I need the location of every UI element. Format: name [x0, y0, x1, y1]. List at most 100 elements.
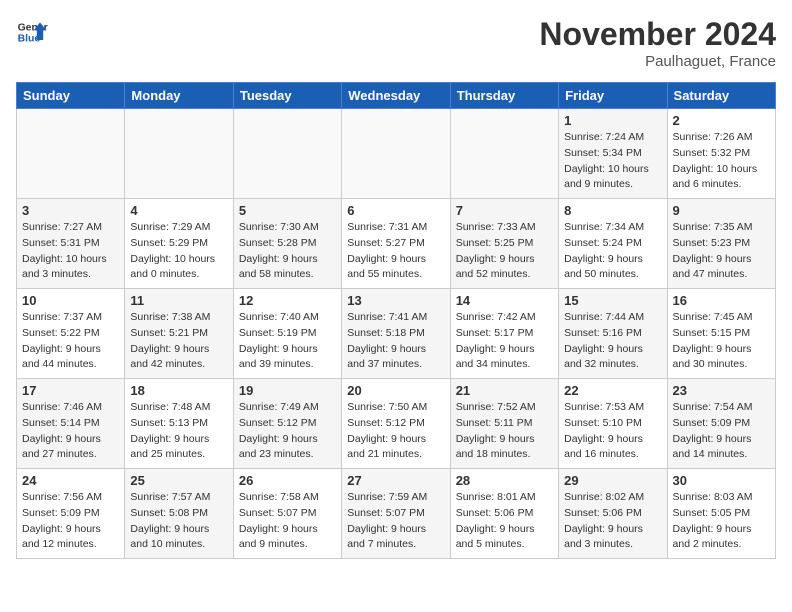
day-number: 17 — [22, 383, 119, 398]
calendar-cell: 6 Sunrise: 7:31 AM Sunset: 5:27 PM Daylig… — [342, 199, 450, 289]
day-info: Sunrise: 7:45 AM Sunset: 5:15 PM Dayligh… — [673, 310, 770, 373]
week-row-5: 24Sunrise: 7:56 AM Sunset: 5:09 PM Dayli… — [17, 469, 776, 559]
title-block: November 2024 Paulhaguet, France — [539, 16, 776, 70]
day-info: Sunrise: 7:53 AM Sunset: 5:10 PM Dayligh… — [564, 400, 661, 463]
day-info: Sunrise: 7:33 AM Sunset: 5:25 PM Dayligh… — [456, 220, 553, 283]
day-info: Sunrise: 7:29 AM Sunset: 5:29 PM Dayligh… — [130, 220, 227, 283]
day-info: Sunrise: 7:59 AM Sunset: 5:07 PM Dayligh… — [347, 490, 444, 553]
day-number: 28 — [456, 473, 553, 488]
day-number: 25 — [130, 473, 227, 488]
weekday-header-thursday: Thursday — [450, 83, 558, 109]
day-info: Sunrise: 7:52 AM Sunset: 5:11 PM Dayligh… — [456, 400, 553, 463]
day-number: 22 — [564, 383, 661, 398]
day-number: 6 — [347, 203, 444, 218]
page-header: General Blue November 2024 Paulhaguet, F… — [16, 16, 776, 70]
day-info: Sunrise: 7:42 AM Sunset: 5:17 PM Dayligh… — [456, 310, 553, 373]
calendar-cell: 18Sunrise: 7:48 AM Sunset: 5:13 PM Dayli… — [125, 379, 233, 469]
day-number: 20 — [347, 383, 444, 398]
calendar-cell: 15 Sunrise: 7:44 AM Sunset: 5:16 PM Dayli… — [559, 289, 667, 379]
weekday-header-friday: Friday — [559, 83, 667, 109]
day-number: 27 — [347, 473, 444, 488]
day-info: Sunrise: 7:31 AM Sunset: 5:27 PM Dayligh… — [347, 220, 444, 283]
calendar-cell: 4 Sunrise: 7:29 AM Sunset: 5:29 PM Daylig… — [125, 199, 233, 289]
day-number: 19 — [239, 383, 336, 398]
day-info: Sunrise: 7:30 AM Sunset: 5:28 PM Dayligh… — [239, 220, 336, 283]
calendar-cell: 5 Sunrise: 7:30 AM Sunset: 5:28 PM Daylig… — [233, 199, 341, 289]
day-info: Sunrise: 8:02 AM Sunset: 5:06 PM Dayligh… — [564, 490, 661, 553]
logo-icon: General Blue — [16, 16, 48, 48]
calendar-cell: 24Sunrise: 7:56 AM Sunset: 5:09 PM Dayli… — [17, 469, 125, 559]
day-number: 24 — [22, 473, 119, 488]
calendar-cell — [233, 109, 341, 199]
day-number: 21 — [456, 383, 553, 398]
calendar-cell: 29 Sunrise: 8:02 AM Sunset: 5:06 PM Dayli… — [559, 469, 667, 559]
calendar-cell: 12 Sunrise: 7:40 AM Sunset: 5:19 PM Dayli… — [233, 289, 341, 379]
day-number: 12 — [239, 293, 336, 308]
calendar-cell: 25 Sunrise: 7:57 AM Sunset: 5:08 PM Dayli… — [125, 469, 233, 559]
day-number: 9 — [673, 203, 770, 218]
weekday-header-monday: Monday — [125, 83, 233, 109]
month-title: November 2024 — [539, 16, 776, 53]
day-number: 7 — [456, 203, 553, 218]
day-number: 10 — [22, 293, 119, 308]
day-info: Sunrise: 7:48 AM Sunset: 5:13 PM Dayligh… — [130, 400, 227, 463]
calendar-cell: 30Sunrise: 8:03 AM Sunset: 5:05 PM Dayli… — [667, 469, 775, 559]
logo: General Blue — [16, 16, 48, 48]
calendar-cell: 13 Sunrise: 7:41 AM Sunset: 5:18 PM Dayli… — [342, 289, 450, 379]
day-info: Sunrise: 7:57 AM Sunset: 5:08 PM Dayligh… — [130, 490, 227, 553]
calendar-cell: 17 Sunrise: 7:46 AM Sunset: 5:14 PM Dayli… — [17, 379, 125, 469]
day-number: 2 — [673, 113, 770, 128]
day-number: 13 — [347, 293, 444, 308]
week-row-4: 17 Sunrise: 7:46 AM Sunset: 5:14 PM Dayli… — [17, 379, 776, 469]
day-info: Sunrise: 7:40 AM Sunset: 5:19 PM Dayligh… — [239, 310, 336, 373]
day-info: Sunrise: 7:24 AM Sunset: 5:34 PM Dayligh… — [564, 130, 661, 193]
day-number: 29 — [564, 473, 661, 488]
day-info: Sunrise: 7:38 AM Sunset: 5:21 PM Dayligh… — [130, 310, 227, 373]
calendar-cell: 27 Sunrise: 7:59 AM Sunset: 5:07 PM Dayli… — [342, 469, 450, 559]
day-info: Sunrise: 7:41 AM Sunset: 5:18 PM Dayligh… — [347, 310, 444, 373]
calendar-cell: 22 Sunrise: 7:53 AM Sunset: 5:10 PM Dayli… — [559, 379, 667, 469]
calendar-cell: 28 Sunrise: 8:01 AM Sunset: 5:06 PM Dayli… — [450, 469, 558, 559]
day-info: Sunrise: 7:54 AM Sunset: 5:09 PM Dayligh… — [673, 400, 770, 463]
day-info: Sunrise: 7:50 AM Sunset: 5:12 PM Dayligh… — [347, 400, 444, 463]
calendar-cell: 19 Sunrise: 7:49 AM Sunset: 5:12 PM Dayli… — [233, 379, 341, 469]
day-number: 30 — [673, 473, 770, 488]
weekday-header-saturday: Saturday — [667, 83, 775, 109]
day-number: 15 — [564, 293, 661, 308]
calendar-cell — [125, 109, 233, 199]
calendar-cell: 16 Sunrise: 7:45 AM Sunset: 5:15 PM Dayli… — [667, 289, 775, 379]
day-info: Sunrise: 8:01 AM Sunset: 5:06 PM Dayligh… — [456, 490, 553, 553]
week-row-2: 3Sunrise: 7:27 AM Sunset: 5:31 PM Daylig… — [17, 199, 776, 289]
day-info: Sunrise: 7:58 AM Sunset: 5:07 PM Dayligh… — [239, 490, 336, 553]
location-label: Paulhaguet, France — [539, 53, 776, 70]
day-number: 4 — [130, 203, 227, 218]
day-number: 5 — [239, 203, 336, 218]
calendar-cell: 26 Sunrise: 7:58 AM Sunset: 5:07 PM Dayli… — [233, 469, 341, 559]
day-number: 11 — [130, 293, 227, 308]
day-number: 8 — [564, 203, 661, 218]
calendar-cell — [342, 109, 450, 199]
day-info: Sunrise: 7:44 AM Sunset: 5:16 PM Dayligh… — [564, 310, 661, 373]
week-row-3: 10 Sunrise: 7:37 AM Sunset: 5:22 PM Dayli… — [17, 289, 776, 379]
calendar-cell: 8Sunrise: 7:34 AM Sunset: 5:24 PM Daylig… — [559, 199, 667, 289]
day-number: 16 — [673, 293, 770, 308]
day-info: Sunrise: 7:46 AM Sunset: 5:14 PM Dayligh… — [22, 400, 119, 463]
calendar-cell — [450, 109, 558, 199]
day-info: Sunrise: 7:35 AM Sunset: 5:23 PM Dayligh… — [673, 220, 770, 283]
week-row-1: 1Sunrise: 7:24 AM Sunset: 5:34 PM Daylig… — [17, 109, 776, 199]
weekday-header-wednesday: Wednesday — [342, 83, 450, 109]
day-info: Sunrise: 7:27 AM Sunset: 5:31 PM Dayligh… — [22, 220, 119, 283]
day-info: Sunrise: 7:49 AM Sunset: 5:12 PM Dayligh… — [239, 400, 336, 463]
calendar-cell: 1Sunrise: 7:24 AM Sunset: 5:34 PM Daylig… — [559, 109, 667, 199]
calendar-cell: 21 Sunrise: 7:52 AM Sunset: 5:11 PM Dayli… — [450, 379, 558, 469]
day-number: 23 — [673, 383, 770, 398]
day-number: 14 — [456, 293, 553, 308]
calendar-cell: 3Sunrise: 7:27 AM Sunset: 5:31 PM Daylig… — [17, 199, 125, 289]
day-info: Sunrise: 7:26 AM Sunset: 5:32 PM Dayligh… — [673, 130, 770, 193]
weekday-header-row: SundayMondayTuesdayWednesdayThursdayFrid… — [17, 83, 776, 109]
weekday-header-tuesday: Tuesday — [233, 83, 341, 109]
calendar-cell: 14 Sunrise: 7:42 AM Sunset: 5:17 PM Dayli… — [450, 289, 558, 379]
day-number: 26 — [239, 473, 336, 488]
day-info: Sunrise: 7:37 AM Sunset: 5:22 PM Dayligh… — [22, 310, 119, 373]
calendar-cell: 10 Sunrise: 7:37 AM Sunset: 5:22 PM Dayli… — [17, 289, 125, 379]
